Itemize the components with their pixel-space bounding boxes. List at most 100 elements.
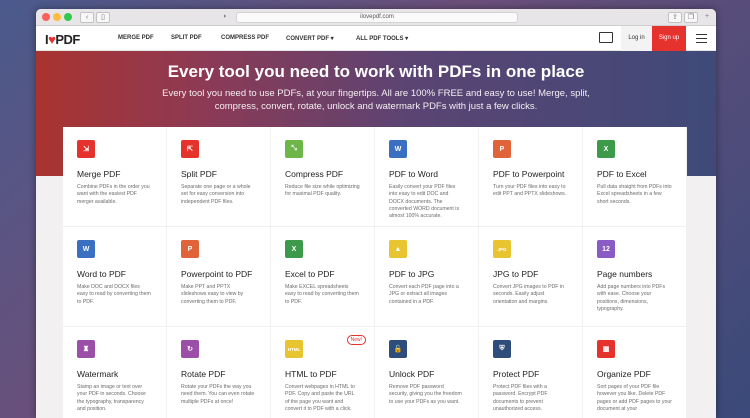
ilovepdf-logo[interactable]: I♥PDF — [45, 32, 80, 47]
tool-card-description: Make PPT and PPTX slideshows easy to vie… — [181, 284, 244, 305]
pdf-to-excel-icon: X — [597, 140, 615, 158]
tool-card-excel-to-pdf[interactable]: X Excel to PDF Make EXCEL spreadsheets eas… — [271, 227, 375, 327]
logo-text-pdf: PDF — [55, 32, 80, 47]
tool-card-description: Convert each PDF page into a JPG or extr… — [389, 284, 459, 305]
page-numbers-icon: 12 — [597, 240, 615, 258]
zoom-window-button[interactable] — [64, 13, 72, 21]
tool-card-title: Rotate PDF — [181, 369, 226, 379]
site-header: I♥PDF MERGE PDF SPLIT PDF COMPRESS PDF C… — [36, 26, 716, 51]
compress-pdf-icon: ⤡ — [285, 140, 303, 158]
browser-titlebar: ‹ ▯ ◐ ilovepdf.com ⇪ ❐ + — [36, 9, 716, 26]
tool-card-description: Stamp an image or text over your PDF in … — [77, 384, 146, 412]
nav-compress-pdf[interactable]: COMPRESS PDF — [221, 35, 269, 41]
split-pdf-icon: ⇱ — [181, 140, 199, 158]
tool-card-jpg-to-pdf[interactable]: JPG JPG to PDF Convert JPG images to PDF i… — [479, 227, 583, 327]
sidebar-icon[interactable]: ▯ — [96, 12, 110, 23]
desktop-app-icon[interactable] — [599, 32, 613, 43]
merge-pdf-icon: ⇲ — [77, 140, 95, 158]
tool-card-description: Turn your PDF files into easy to edit PP… — [493, 184, 567, 198]
tool-card-title: Word to PDF — [77, 269, 126, 279]
rotate-pdf-icon: ↻ — [181, 340, 199, 358]
back-arrow-icon[interactable]: ‹ — [80, 12, 94, 23]
new-badge: New! — [346, 335, 366, 345]
tool-card-title: Powerpoint to PDF — [181, 269, 253, 279]
tool-card-title: Protect PDF — [493, 369, 540, 379]
jpg-to-pdf-icon: JPG — [493, 240, 511, 258]
tool-card-unlock-pdf[interactable]: 🔓 Unlock PDF Remove PDF password security,… — [375, 327, 479, 418]
url-bar[interactable]: ilovepdf.com — [236, 12, 518, 23]
tool-card-protect-pdf[interactable]: ⛨ Protect PDF Protect PDF files with a pas… — [479, 327, 583, 418]
close-window-button[interactable] — [42, 13, 50, 21]
tool-card-split-pdf[interactable]: ⇱ Split PDF Separate one page or a whole s… — [167, 127, 271, 227]
watermark-icon: ♜ — [77, 340, 95, 358]
tool-card-title: PDF to JPG — [389, 269, 435, 279]
tool-card-description: Reduce file size while optimizing for ma… — [285, 184, 360, 198]
tool-card-merge-pdf[interactable]: ⇲ Merge PDF Combine PDFs in the order you … — [63, 127, 167, 227]
tool-card-description: Easily convert your PDF files into easy … — [389, 184, 460, 220]
html-to-pdf-icon: HTML — [285, 340, 303, 358]
tool-card-html-to-pdf[interactable]: HTML New! HTML to PDF Convert webpages in H… — [271, 327, 375, 418]
hero-title: Every tool you need to work with PDFs in… — [167, 62, 585, 81]
tool-card-description: Pull data straight from PDFs into Excel … — [597, 184, 672, 205]
tool-card-title: PDF to Powerpoint — [493, 169, 565, 179]
tool-card-title: Page numbers — [597, 269, 653, 279]
login-button[interactable]: Log in — [621, 26, 652, 51]
tool-card-title: Watermark — [77, 369, 119, 379]
tool-card-description: Convert webpages in HTML to PDF. Copy an… — [285, 384, 355, 412]
tool-card-page-numbers[interactable]: 12 Page numbers Add page numbers into PDFs… — [583, 227, 687, 327]
tool-card-description: Sort pages of your PDF file however you … — [597, 384, 672, 412]
tool-card-description: Separate one page or a whole set for eas… — [181, 184, 251, 205]
nav-convert-pdf[interactable]: CONVERT PDF ▾ — [286, 35, 334, 42]
powerpoint-to-pdf-icon: P — [181, 240, 199, 258]
nav-merge-pdf[interactable]: MERGE PDF — [118, 35, 154, 41]
new-tab-icon[interactable]: + — [700, 12, 714, 23]
tool-card-word-to-pdf[interactable]: W Word to PDF Make DOC and DOCX files easy… — [63, 227, 167, 327]
tool-card-compress-pdf[interactable]: ⤡ Compress PDF Reduce file size while opti… — [271, 127, 375, 227]
tool-card-title: JPG to PDF — [493, 269, 539, 279]
minimize-window-button[interactable] — [53, 13, 61, 21]
pdf-to-powerpoint-icon: P — [493, 140, 511, 158]
tool-card-title: PDF to Excel — [597, 169, 647, 179]
unlock-pdf-icon: 🔓 — [389, 340, 407, 358]
share-icon[interactable]: ⇪ — [668, 12, 682, 23]
tool-card-title: Organize PDF — [597, 369, 651, 379]
tool-card-description: Convert JPG images to PDF in seconds. Ea… — [493, 284, 564, 305]
tools-grid: ⇲ Merge PDF Combine PDFs in the order you … — [63, 127, 687, 418]
tool-card-title: Split PDF — [181, 169, 217, 179]
tool-card-title: PDF to Word — [389, 169, 438, 179]
tool-card-watermark[interactable]: ♜ Watermark Stamp an image or text over yo… — [63, 327, 167, 418]
tool-card-rotate-pdf[interactable]: ↻ Rotate PDF Rotate your PDFs the way you … — [167, 327, 271, 418]
signup-button[interactable]: Sign up — [652, 26, 686, 51]
word-to-pdf-icon: W — [77, 240, 95, 258]
privacy-icon[interactable]: ◐ — [220, 12, 231, 23]
nav-all-pdf-tools[interactable]: ALL PDF TOOLS ▾ — [356, 35, 408, 42]
tool-card-description: Make DOC and DOCX files easy to read by … — [77, 284, 151, 305]
tool-card-powerpoint-to-pdf[interactable]: P Powerpoint to PDF Make PPT and PPTX slid… — [167, 227, 271, 327]
tool-card-description: Protect PDF files with a password. Encry… — [493, 384, 548, 412]
tool-card-description: Rotate your PDFs the way you need them. … — [181, 384, 255, 405]
tool-card-title: Excel to PDF — [285, 269, 335, 279]
tool-card-description: Add page numbers into PDFs with ease. Ch… — [597, 284, 666, 312]
pdf-to-word-icon: W — [389, 140, 407, 158]
browser-window: ‹ ▯ ◐ ilovepdf.com ⇪ ❐ + I♥PDF MERGE PDF… — [36, 9, 716, 418]
hamburger-menu-icon[interactable] — [696, 34, 707, 43]
excel-to-pdf-icon: X — [285, 240, 303, 258]
organize-pdf-icon: ▦ — [597, 340, 615, 358]
tool-card-pdf-to-excel[interactable]: X PDF to Excel Pull data straight from PDF… — [583, 127, 687, 227]
protect-pdf-icon: ⛨ — [493, 340, 511, 358]
tool-card-organize-pdf[interactable]: ▦ Organize PDF Sort pages of your PDF file… — [583, 327, 687, 418]
tool-card-description: Make EXCEL spreadsheets easy to read by … — [285, 284, 359, 305]
tool-card-title: Merge PDF — [77, 169, 121, 179]
tool-card-pdf-to-word[interactable]: W PDF to Word Easily convert your PDF file… — [375, 127, 479, 227]
tool-card-description: Remove PDF password security, giving you… — [389, 384, 462, 405]
nav-split-pdf[interactable]: SPLIT PDF — [171, 35, 202, 41]
tool-card-title: Unlock PDF — [389, 369, 435, 379]
tool-card-pdf-to-powerpoint[interactable]: P PDF to Powerpoint Turn your PDF files in… — [479, 127, 583, 227]
tool-card-title: Compress PDF — [285, 169, 344, 179]
tool-card-title: HTML to PDF — [285, 369, 337, 379]
tool-card-pdf-to-jpg[interactable]: ▲ PDF to JPG Convert each PDF page into a … — [375, 227, 479, 327]
tabs-icon[interactable]: ❐ — [684, 12, 698, 23]
hero-subtitle: Every tool you need to use PDFs, at your… — [162, 88, 590, 112]
pdf-to-jpg-icon: ▲ — [389, 240, 407, 258]
tool-card-description: Combine PDFs in the order you want with … — [77, 184, 150, 205]
